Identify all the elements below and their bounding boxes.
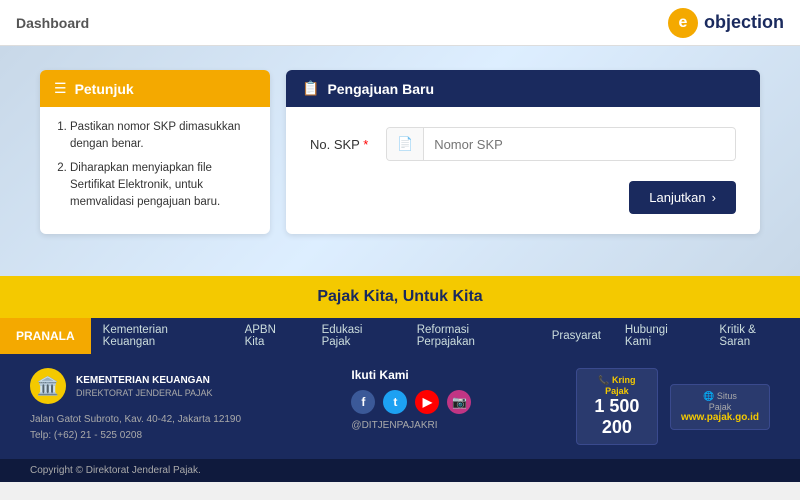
nav-items: Kementerian Keuangan APBN Kita Edukasi P… [91,318,800,354]
header: Dashboard e objection [0,0,800,46]
footer: 🏛️ KEMENTERIAN KEUANGAN DIREKTORAT JENDE… [0,354,800,459]
facebook-icon[interactable]: f [351,390,375,414]
kring-logo: 📞 KringPajak [587,375,647,396]
nav-item-kemenku[interactable]: Kementerian Keuangan [91,318,233,354]
nav-item-apbn[interactable]: APBN Kita [233,318,310,354]
situs-logo: 🌐 SitusPajak [681,391,759,412]
instagram-icon[interactable]: 📷 [447,390,471,414]
list-item: Diharapkan menyiapkan file Sertifikat El… [70,160,256,212]
logo-icon: e [668,8,698,38]
cards-row: ☰ Petunjuk Pastikan nomor SKP dimasukkan… [40,70,760,234]
pengajuan-header: 📋 Pengajuan Baru [286,70,760,107]
social-handle: @DITJENPAJAKRI [351,420,545,431]
petunjuk-body: Pastikan nomor SKP dimasukkan dengan ben… [40,107,270,229]
petunjuk-icon: ☰ [54,80,67,97]
footer-emblem: 🏛️ [30,368,66,404]
list-item: Pastikan nomor SKP dimasukkan dengan ben… [70,119,256,154]
org-sub: DIREKTORAT JENDERAL PAJAK [76,388,213,398]
main-content: ☰ Petunjuk Pastikan nomor SKP dimasukkan… [0,46,800,276]
kring-number: 1 500 200 [587,396,647,438]
social-title: Ikuti Kami [351,368,545,382]
petunjuk-header: ☰ Petunjuk [40,70,270,107]
noskp-input-wrapper: 📄 [386,127,736,161]
lanjutkan-button[interactable]: Lanjutkan › [629,181,736,214]
youtube-icon[interactable]: ▶ [415,390,439,414]
nav-item-hubungi[interactable]: Hubungi Kami [613,318,707,354]
situs-box: 🌐 SitusPajak www.pajak.go.id [670,384,770,430]
nav-item-edukasi[interactable]: Edukasi Pajak [310,318,405,354]
nav-item-kritik[interactable]: Kritik & Saran [707,318,800,354]
pengajuan-body: No. SKP * 📄 Lanjutkan › [286,107,760,234]
logo-area: e objection [668,8,784,38]
form-row: No. SKP * 📄 [310,127,736,161]
footer-bottom: Copyright © Direktorat Jenderal Pajak. [0,459,800,482]
petunjuk-title: Petunjuk [75,81,134,97]
yellow-banner: Pajak Kita, Untuk Kita [0,276,800,318]
footer-social-section: Ikuti Kami f t ▶ 📷 @DITJENPAJAKRI [351,368,545,431]
nav-item-prasyarat[interactable]: Prasyarat [540,318,613,354]
footer-address: Jalan Gatot Subroto, Kav. 40-42, Jakarta… [30,412,321,444]
footer-org-names: KEMENTERIAN KEUANGAN DIREKTORAT JENDERAL… [76,374,213,398]
btn-lanjutkan-wrapper: Lanjutkan › [310,181,736,214]
footer-org-section: 🏛️ KEMENTERIAN KEUANGAN DIREKTORAT JENDE… [30,368,321,444]
pengajuan-title: Pengajuan Baru [327,81,434,97]
footer-logo-row: 🏛️ KEMENTERIAN KEUANGAN DIREKTORAT JENDE… [30,368,321,404]
petunjuk-list: Pastikan nomor SKP dimasukkan dengan ben… [54,119,256,211]
noskp-input[interactable] [424,129,735,160]
nav-bar: PRANALA Kementerian Keuangan APBN Kita E… [0,318,800,354]
footer-social-icons: f t ▶ 📷 [351,390,545,414]
pengajuan-card: 📋 Pengajuan Baru No. SKP * 📄 Lanjutkan [286,70,760,234]
nav-pranala: PRANALA [0,318,91,354]
petunjuk-card: ☰ Petunjuk Pastikan nomor SKP dimasukkan… [40,70,270,234]
kring-box: 📞 KringPajak 1 500 200 [576,368,658,445]
page-title: Dashboard [16,15,89,31]
pengajuan-icon: 📋 [302,80,319,97]
brand-name: objection [704,12,784,33]
twitter-icon[interactable]: t [383,390,407,414]
org-name: KEMENTERIAN KEUANGAN [76,374,213,388]
footer-contact-section: 📞 KringPajak 1 500 200 🌐 SitusPajak www.… [576,368,770,445]
noskp-label: No. SKP * [310,137,370,152]
situs-url: www.pajak.go.id [681,412,759,423]
document-icon: 📄 [387,128,424,160]
nav-item-reformasi[interactable]: Reformasi Perpajakan [405,318,540,354]
